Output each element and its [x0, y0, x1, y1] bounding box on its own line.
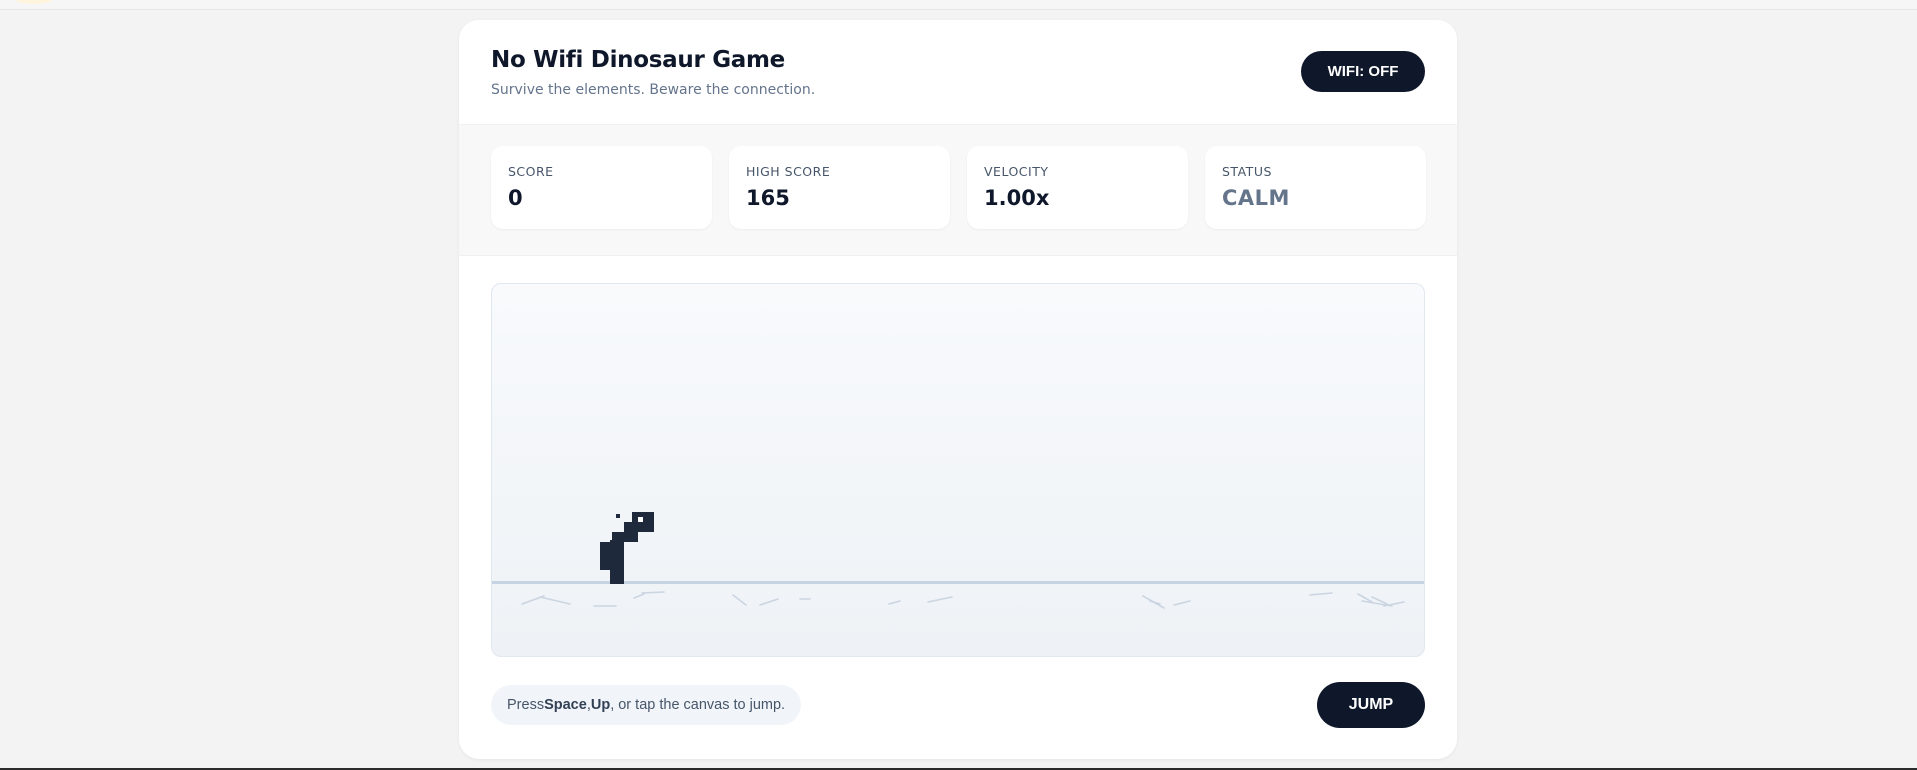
stat-score: SCORE 0: [491, 146, 712, 229]
page-subtitle: Survive the elements. Beware the connect…: [491, 82, 816, 98]
stat-status: STATUS CALM: [1205, 146, 1426, 229]
stat-status-label: STATUS: [1222, 164, 1272, 179]
stat-velocity-label: VELOCITY: [984, 164, 1049, 179]
ground-pebbles: [521, 591, 1405, 609]
game-card: No Wifi Dinosaur Game Survive the elemen…: [459, 20, 1457, 759]
hint-suffix: , or tap the canvas to jump.: [610, 697, 786, 713]
page-title: No Wifi Dinosaur Game: [491, 47, 785, 73]
stat-score-value: 0: [508, 186, 523, 210]
wifi-toggle-button[interactable]: WIFI: OFF: [1301, 51, 1425, 92]
jump-button[interactable]: JUMP: [1317, 682, 1425, 728]
stats-bar: SCORE 0 HIGH SCORE 165 VELOCITY 1.00x ST…: [459, 124, 1457, 256]
stat-status-value: CALM: [1222, 186, 1290, 210]
stat-velocity-value: 1.00x: [984, 186, 1050, 210]
game-canvas[interactable]: [491, 283, 1425, 657]
controls-hint: Press Space, Up, or tap the canvas to ju…: [491, 685, 802, 725]
stat-score-label: SCORE: [508, 164, 554, 179]
stat-velocity: VELOCITY 1.00x: [967, 146, 1188, 229]
hint-key-space: Space: [544, 697, 587, 713]
game-scene: [492, 512, 1424, 609]
game-header: No Wifi Dinosaur Game Survive the elemen…: [459, 20, 1457, 124]
browser-top-strip: [0, 0, 1917, 10]
top-corner-decoration: [14, 0, 54, 4]
dinosaur-eye: [638, 517, 643, 522]
stat-high-score: HIGH SCORE 165: [729, 146, 950, 229]
hint-key-up: Up: [590, 697, 611, 713]
dinosaur: [600, 512, 654, 584]
stat-high-score-value: 165: [746, 186, 790, 210]
hint-prefix: Press: [507, 697, 545, 713]
stat-high-score-label: HIGH SCORE: [746, 164, 831, 179]
ground-line: [492, 581, 1424, 584]
